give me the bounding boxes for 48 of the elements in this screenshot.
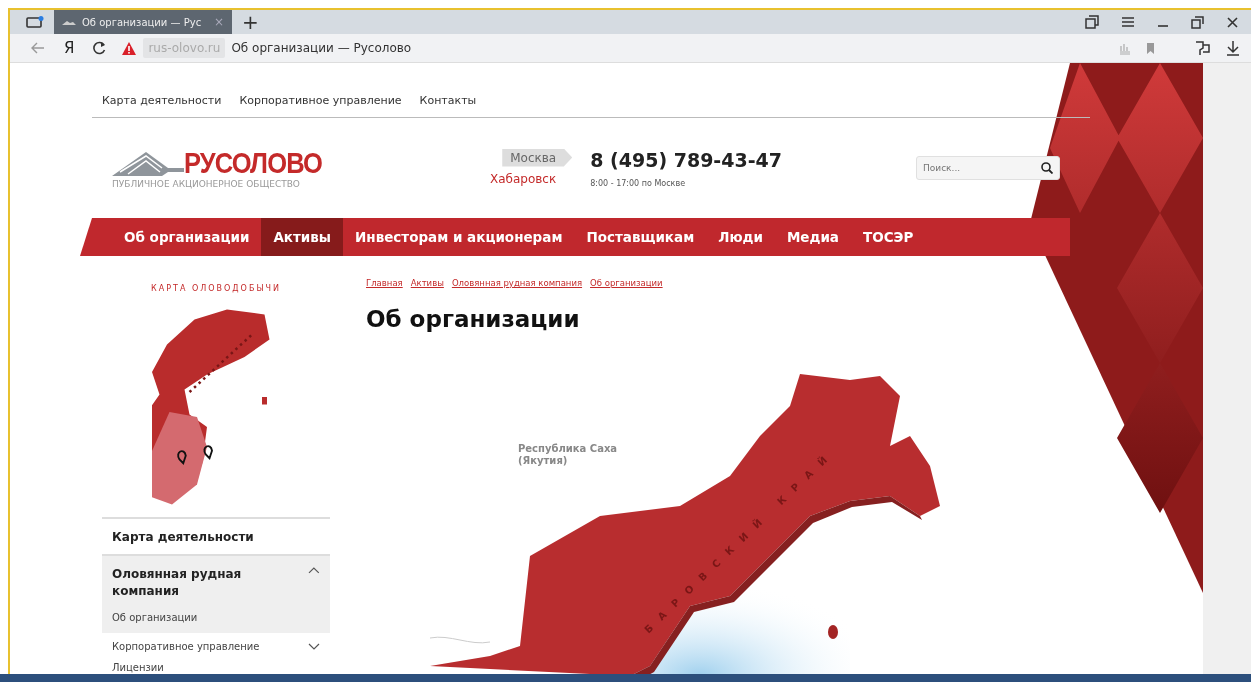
site-favicon-icon [62,18,76,26]
nav-item[interactable]: Об организации [112,218,262,256]
office-hours: 8:00 - 17:00 по Москве [590,178,687,188]
back-icon[interactable] [30,41,46,55]
map-title: КАРТА ОЛОВОДОБЫЧИ [150,284,282,293]
menu-link[interactable]: Корпоративное управление [112,641,260,652]
menu-link[interactable]: Лицензии [112,662,164,673]
bookmarks-icon[interactable] [1085,15,1099,29]
protect-icon[interactable] [1194,39,1211,57]
breadcrumb-link[interactable]: Оловянная рудная компания [451,278,583,288]
chevron-down-icon[interactable] [308,642,320,651]
search-icon[interactable] [1041,162,1053,174]
menu-group-link[interactable]: Оловянная рудная компания [112,566,309,600]
yandex-button[interactable]: Я [64,39,75,57]
tab-title: Об организации — Рус [82,16,202,28]
close-icon[interactable] [1226,15,1239,29]
city-option[interactable]: Хабаровск [482,169,573,188]
nav-item[interactable]: Активы [261,218,344,256]
breadcrumb-link[interactable]: Главная [366,278,403,288]
page-heading: Об организации [366,306,581,332]
restore-icon[interactable] [1191,15,1204,29]
nav-item[interactable]: Инвесторам и акционерам [343,218,575,256]
browser-tab[interactable]: Об организации — Рус × [54,10,232,34]
new-tab-button[interactable]: + [242,12,259,32]
city-option[interactable]: Москва [502,148,573,167]
warning-icon[interactable] [121,40,138,56]
phone-number: 8 (495) 789-43-47 [590,148,782,171]
search-field[interactable]: Поиск... [916,156,1060,180]
breadcrumb-link[interactable]: Активы [410,278,444,288]
page-title-address[interactable]: Об организации — Русолово [231,41,412,55]
map-region-label: Республика Саха (Якутия) [518,443,619,467]
top-link[interactable]: Контакты [419,93,477,107]
nav-item[interactable]: ТОСЭР [850,218,926,256]
menu-icon[interactable] [1121,15,1135,29]
top-link[interactable]: Корпоративное управление [239,93,402,107]
bookmark-icon[interactable] [1145,41,1156,55]
nav-item[interactable]: Люди [706,218,775,256]
submenu-link[interactable]: Об организации [112,600,320,629]
logo-subtitle: ПУБЛИЧНОЕ АКЦИОНЕРНОЕ ОБЩЕСТВО [112,178,301,189]
nav-item[interactable]: Медиа [774,218,851,256]
tabs-icon[interactable] [26,15,44,29]
top-link[interactable]: Карта деятельности [102,93,222,107]
breadcrumb-link[interactable]: Об организации [590,278,663,288]
download-icon[interactable] [1225,39,1241,57]
reload-icon[interactable] [92,40,108,56]
chevron-up-icon[interactable] [308,566,320,575]
nav-item[interactable]: Поставщикам [574,218,707,256]
logo-name[interactable]: РУСОЛОВО [184,147,323,178]
